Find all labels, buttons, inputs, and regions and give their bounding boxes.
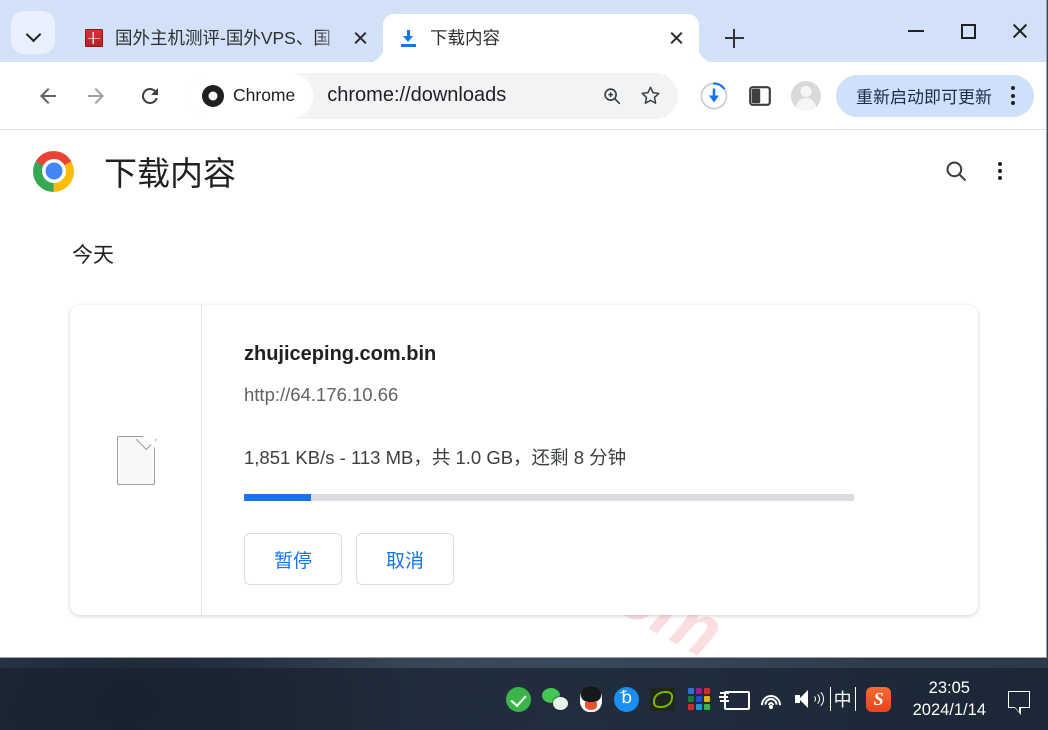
search-icon — [946, 161, 966, 181]
download-progress-icon — [700, 81, 728, 109]
download-progress-fill — [244, 494, 312, 501]
ime-chinese-icon[interactable]: 中 — [825, 679, 861, 719]
kebab-menu-icon[interactable] — [1000, 83, 1026, 109]
tab-item[interactable]: 国外主机测评-国外VPS、国 — [68, 14, 383, 62]
side-panel-icon — [749, 85, 771, 106]
wechat-icon[interactable] — [537, 679, 573, 719]
browser-toolbar: Chrome chrome://downloads 重新启动即可更新 — [0, 62, 1046, 130]
qq-icon[interactable] — [573, 679, 609, 719]
close-icon — [353, 31, 368, 46]
kebab-menu-icon — [987, 158, 1013, 184]
maximize-button[interactable] — [942, 0, 994, 62]
download-icon — [399, 29, 418, 48]
taskbar-clock[interactable]: 23:05 2024/1/14 — [913, 677, 986, 722]
plus-icon — [724, 28, 744, 48]
ime-label: 中 — [829, 686, 856, 712]
windows-taskbar: 中 S 23:05 2024/1/14 — [0, 668, 1048, 730]
reload-icon — [141, 87, 158, 104]
update-relaunch-button[interactable]: 重新启动即可更新 — [836, 74, 1034, 117]
clock-time: 23:05 — [928, 678, 970, 697]
site-favicon — [84, 29, 103, 48]
downloads-page-header: 下载内容 — [0, 130, 1046, 212]
sogou-label: S — [866, 686, 892, 712]
tab-search-button[interactable] — [11, 11, 55, 54]
update-button-label: 重新启动即可更新 — [856, 88, 992, 107]
chrome-logo-icon — [202, 84, 224, 107]
download-source-url[interactable]: http://64.176.10.66 — [244, 384, 948, 406]
search-downloads-button[interactable] — [934, 149, 978, 193]
window-close-button[interactable] — [994, 0, 1046, 62]
maximize-icon — [960, 23, 976, 39]
address-bar[interactable]: Chrome chrome://downloads — [186, 72, 678, 119]
download-status-text: 1,851 KB/s - 113 MB，共 1.0 GB，还剩 8 分钟 — [244, 447, 627, 468]
tab-title: 下载内容 — [430, 27, 500, 48]
side-panel-button[interactable] — [740, 76, 780, 116]
chevron-down-icon — [27, 29, 40, 37]
volume-icon[interactable] — [789, 679, 825, 719]
bluetooth-icon[interactable] — [609, 679, 645, 719]
battery-icon[interactable] — [717, 679, 753, 719]
downloads-more-menu-button[interactable] — [978, 149, 1022, 193]
zoom-in-button[interactable] — [594, 78, 630, 114]
reload-button[interactable] — [130, 76, 170, 116]
new-tab-button[interactable] — [715, 19, 753, 57]
clock-date: 2024/1/14 — [912, 701, 986, 719]
sogou-input-icon[interactable]: S — [861, 679, 897, 719]
profile-button[interactable] — [786, 76, 826, 116]
cancel-button[interactable]: 取消 — [356, 533, 454, 585]
forward-button[interactable] — [76, 76, 116, 116]
download-group-label: 今天 — [72, 244, 114, 267]
generic-file-icon — [116, 435, 155, 485]
arrow-right-icon — [88, 87, 104, 104]
close-icon — [1011, 22, 1029, 40]
minimize-button[interactable] — [890, 0, 942, 62]
bookmark-button[interactable] — [632, 78, 668, 114]
security-check-icon[interactable] — [501, 679, 537, 719]
window-controls — [890, 0, 1046, 62]
tab-strip: 国外主机测评-国外VPS、国 下载内容 — [0, 0, 1046, 62]
downloads-page: zhujiceping.com 下载内容 今天 zhujiceping.com.… — [0, 130, 1046, 656]
download-file-name[interactable]: zhujiceping.com.bin — [244, 343, 948, 366]
page-title: 下载内容 — [104, 155, 236, 192]
tab-item-active[interactable]: 下载内容 — [383, 14, 699, 62]
pause-button[interactable]: 暂停 — [244, 533, 342, 585]
tab-close-button[interactable] — [661, 23, 691, 53]
chrome-origin-chip[interactable]: Chrome — [186, 72, 314, 119]
download-details: zhujiceping.com.bin http://64.176.10.66 … — [202, 305, 978, 615]
star-icon — [640, 86, 660, 104]
zoom-in-icon — [604, 87, 621, 104]
download-item-card[interactable]: zhujiceping.com.bin http://64.176.10.66 … — [70, 305, 978, 615]
chrome-logo-icon — [33, 150, 74, 192]
app-grid-icon[interactable] — [681, 679, 717, 719]
download-progress-bar — [244, 494, 854, 501]
arrow-left-icon — [40, 87, 56, 104]
tab-title: 国外主机测评-国外VPS、国 — [115, 27, 331, 48]
wifi-icon[interactable] — [753, 679, 789, 719]
chrome-chip-label: Chrome — [233, 85, 296, 105]
nvidia-icon[interactable] — [645, 679, 681, 719]
close-icon — [669, 31, 684, 46]
avatar — [791, 80, 821, 111]
file-icon-cell — [70, 305, 202, 615]
notification-bubble-icon — [1008, 690, 1030, 715]
download-indicator-button[interactable] — [694, 76, 734, 116]
chrome-browser-window: 国外主机测评-国外VPS、国 下载内容 Chrome chrome://down… — [0, 0, 1047, 658]
back-button[interactable] — [28, 76, 68, 116]
minimize-icon — [908, 30, 924, 32]
download-actions: 暂停 取消 — [244, 533, 948, 585]
url-text[interactable]: chrome://downloads — [327, 84, 592, 107]
notification-center-button[interactable] — [1002, 679, 1036, 719]
